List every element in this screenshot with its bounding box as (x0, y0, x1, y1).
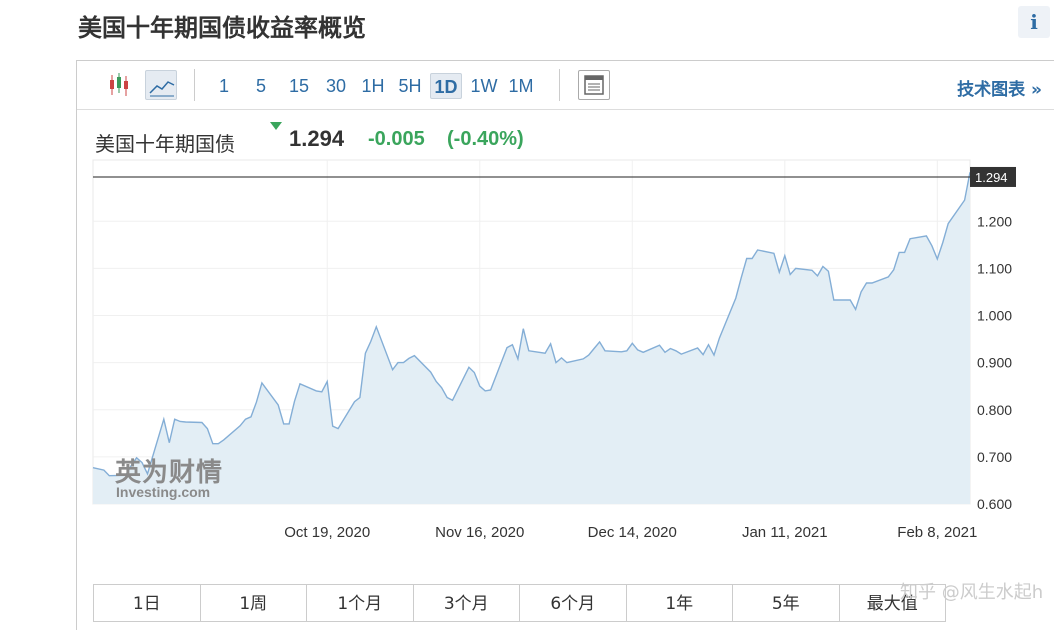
x-tick-label: Jan 11, 2021 (742, 524, 828, 541)
period-1w[interactable]: 1周 (201, 585, 307, 621)
period-1m[interactable]: 1个月 (307, 585, 414, 621)
y-tick-label: 0.800 (977, 402, 1012, 418)
yield-chart: 0.600 0.700 0.800 0.900 1.000 1.100 1.200 Oct … (92, 159, 1016, 541)
x-tick-label: Oct 19, 2020 (284, 524, 370, 541)
last-value-label: 1.294 (975, 170, 1008, 185)
y-tick-label: 1.100 (977, 260, 1012, 276)
period-1y[interactable]: 1年 (627, 585, 733, 621)
period-bar: 1日 1周 1个月 3个月 6个月 1年 5年 最大值 (93, 584, 946, 622)
y-tick-label: 1.000 (977, 308, 1012, 324)
period-3m[interactable]: 3个月 (414, 585, 520, 621)
x-tick-label: Feb 8, 2021 (897, 524, 977, 541)
x-tick-label: Dec 14, 2020 (588, 524, 677, 541)
watermark: 知乎 @风生水起h (900, 582, 1044, 603)
x-tick-label: Nov 16, 2020 (435, 524, 524, 541)
y-tick-label: 0.900 (977, 355, 1012, 371)
logo-en: Investing.com (116, 484, 211, 500)
y-tick-label: 0.600 (977, 496, 1012, 512)
period-6m[interactable]: 6个月 (520, 585, 627, 621)
period-1d[interactable]: 1日 (94, 585, 201, 621)
period-5y[interactable]: 5年 (733, 585, 840, 621)
y-tick-label: 0.700 (977, 449, 1012, 465)
y-tick-label: 1.200 (977, 213, 1012, 229)
